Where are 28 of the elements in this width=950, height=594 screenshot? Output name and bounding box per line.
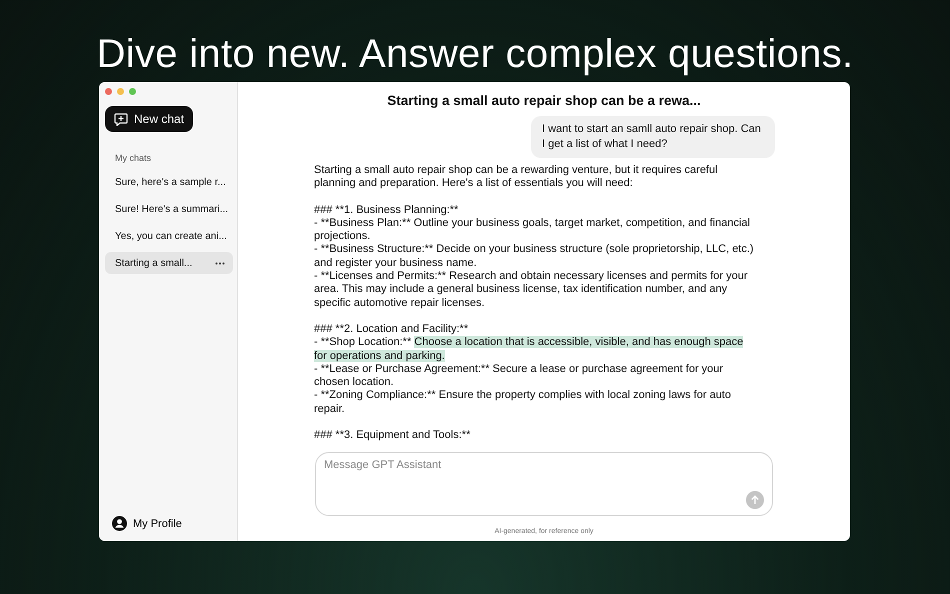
minimize-button[interactable] bbox=[117, 88, 124, 95]
response-text: - **Shop Location:** Choose a location that is accessible, visible, and has enough space for operations and parking. bbox=[314, 336, 744, 363]
send-button[interactable] bbox=[746, 491, 764, 509]
response-text: - **Business Structure:** Decide on your business structure (sole proprietorship, LLC, etc.) and register your business name. bbox=[314, 243, 755, 270]
profile-link[interactable]: My Profile bbox=[133, 518, 182, 530]
response-text: Starting a small auto repair shop can be a rewarding venture, but it requires careful planning and preparation. Here's a list of essentials you will need: bbox=[314, 164, 719, 191]
response-text: ### **1. Business Planning:** bbox=[314, 204, 460, 217]
user-message: I want to start an samll auto repair shop. Can I get a list of what I need? bbox=[531, 116, 775, 158]
response-text: - **Lease or Purchase Agreement:** Secure a lease or purchase agreement for your chosen location. bbox=[314, 362, 724, 390]
response-text: - **Business Plan:** Outline your business goals, target market, competition, and financial projections. bbox=[314, 216, 751, 244]
arrow-up-icon bbox=[750, 495, 760, 505]
section-label: My chats bbox=[115, 153, 152, 163]
chat-item[interactable]: Sure, here's a sample r... bbox=[105, 171, 233, 193]
headline: Dive into new. Answer complex questions. bbox=[96, 31, 854, 78]
chat-item[interactable]: Starting a small... bbox=[105, 252, 233, 274]
close-button[interactable] bbox=[105, 88, 112, 95]
more-icon[interactable] bbox=[215, 262, 225, 264]
chat-item[interactable]: Yes, you can create ani... bbox=[105, 225, 233, 247]
response-text: ### **2. Location and Facility:** bbox=[314, 322, 470, 336]
response-text: - **Zoning Compliance:** Ensure the property complies with local zoning laws for auto repair. bbox=[314, 389, 732, 416]
zoom-button[interactable] bbox=[129, 88, 136, 95]
response-text: ### **3. Equipment and Tools:** bbox=[314, 429, 472, 442]
avatar-icon bbox=[112, 516, 127, 531]
new-chat-button[interactable]: New chat bbox=[105, 106, 194, 132]
chat-item[interactable]: Sure! Here's a summari... bbox=[105, 198, 233, 220]
chat-title: Starting a small auto repair shop can be a rewa... bbox=[387, 93, 701, 108]
chat-plus-icon bbox=[114, 112, 128, 126]
response-text: - **Licenses and Permits:** Research and obtain necessary licenses and permits for your area. This may include a general business license, tax identification number, and any specific automotive repair licenses. bbox=[314, 270, 748, 310]
